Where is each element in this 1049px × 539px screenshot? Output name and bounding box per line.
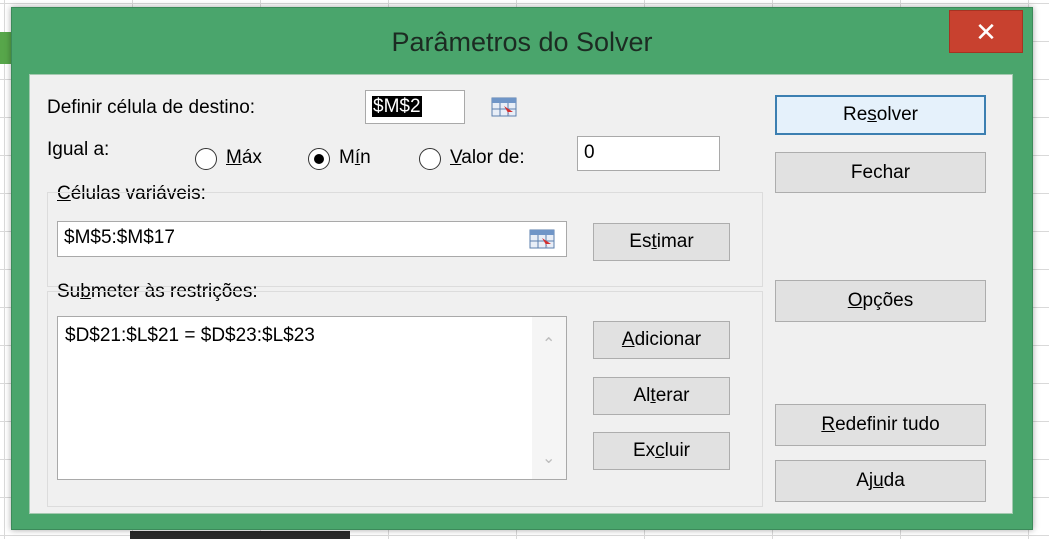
equal-to-label: Igual a: bbox=[47, 139, 110, 160]
max-radio-label: Máx bbox=[226, 147, 262, 168]
value-radio[interactable] bbox=[419, 148, 441, 170]
range-select-icon bbox=[529, 229, 555, 249]
range-select-icon bbox=[491, 97, 517, 117]
cell-fill bbox=[225, 531, 350, 539]
close-dialog-button[interactable]: Fechar bbox=[775, 152, 986, 193]
target-cell-label: Definir célula de destino: bbox=[47, 97, 256, 118]
close-button[interactable]: ✕ bbox=[949, 10, 1023, 53]
close-icon: ✕ bbox=[975, 17, 997, 47]
help-button[interactable]: Ajuda bbox=[775, 460, 986, 502]
solver-dialog: Parâmetros do Solver ✕ Definir célula de… bbox=[11, 7, 1033, 530]
min-radio[interactable] bbox=[308, 148, 330, 170]
solve-button[interactable]: Resolver bbox=[775, 95, 986, 135]
guess-button[interactable]: Estimar bbox=[593, 223, 730, 261]
value-of-input[interactable]: 0 bbox=[577, 136, 720, 171]
constraints-list[interactable]: $D$21:$L$21 = $D$23:$L$23 ⌃ ⌄ bbox=[57, 316, 567, 480]
max-radio[interactable] bbox=[195, 148, 217, 170]
scroll-down-icon[interactable]: ⌄ bbox=[542, 451, 555, 467]
target-cell-input[interactable]: $M$2 bbox=[365, 90, 465, 124]
options-button[interactable]: Opções bbox=[775, 280, 986, 322]
variable-range-button[interactable] bbox=[526, 226, 558, 252]
delete-constraint-button[interactable]: Excluir bbox=[593, 432, 730, 470]
add-constraint-button[interactable]: Adicionar bbox=[593, 321, 730, 359]
cell-fill bbox=[130, 531, 225, 539]
value-radio-label: Valor de: bbox=[450, 147, 525, 168]
reset-all-button[interactable]: Redefinir tudo bbox=[775, 404, 986, 446]
scroll-up-icon[interactable]: ⌃ bbox=[542, 337, 555, 353]
target-range-button[interactable] bbox=[488, 94, 520, 120]
constraint-item[interactable]: $D$21:$L$21 = $D$23:$L$23 bbox=[65, 325, 315, 347]
dialog-title: Parâmetros do Solver bbox=[391, 27, 653, 57]
variable-cells-input[interactable]: $M$5:$M$17 bbox=[57, 221, 567, 257]
constraints-scrollbar[interactable]: ⌃ ⌄ bbox=[532, 317, 566, 479]
target-cell-value: $M$2 bbox=[372, 96, 422, 117]
dialog-body: Definir célula de destino: $M$2 Igual a:… bbox=[29, 74, 1013, 514]
change-constraint-button[interactable]: Alterar bbox=[593, 377, 730, 415]
min-radio-label: Mín bbox=[339, 147, 371, 168]
